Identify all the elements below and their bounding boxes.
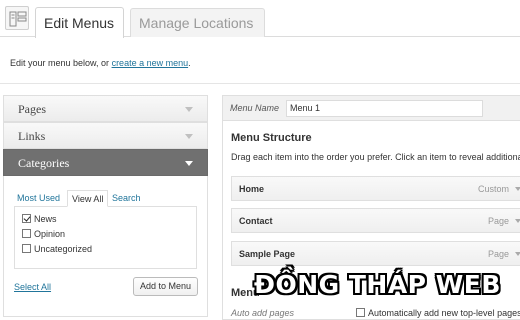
checkbox-checked[interactable] [22, 214, 31, 223]
checkbox[interactable] [22, 244, 31, 253]
menu-name-bar: Menu Name Menu 1 [223, 96, 520, 121]
menu-item-home[interactable]: Home Custom [231, 176, 520, 201]
divider [0, 83, 520, 84]
accordion-categories[interactable]: Categories [3, 149, 208, 176]
menus-screen-icon [5, 6, 29, 30]
menu-item-title: Home [239, 184, 265, 194]
tab-search[interactable]: Search [112, 190, 141, 207]
category-label: News [34, 214, 57, 224]
intro-text: Edit your menu below, or create a new me… [10, 58, 191, 68]
accordion-links[interactable]: Links [3, 122, 208, 149]
categories-panel: Most Used View All Search News Opinion U… [3, 176, 208, 317]
menu-structure-description: Drag each item into the order you prefer… [231, 152, 520, 162]
menu-item-type: Page [487, 216, 509, 226]
intro-prefix: Edit your menu below, or [10, 58, 112, 68]
checkbox[interactable] [22, 229, 31, 238]
add-to-menu-button[interactable]: Add to Menu [133, 277, 198, 296]
category-checkbox-opinion[interactable]: Opinion [22, 228, 65, 240]
category-label: Uncategorized [34, 244, 93, 254]
select-all-link[interactable]: Select All [14, 282, 51, 292]
accordion-categories-label: Categories [18, 156, 70, 170]
category-checkbox-news[interactable]: News [22, 213, 57, 225]
category-checkbox-uncategorized[interactable]: Uncategorized [22, 243, 92, 255]
tab-edit-menus[interactable]: Edit Menus [35, 7, 124, 38]
tab-view-all[interactable]: View All [67, 190, 109, 207]
menu-item-sample-page[interactable]: Sample Page Page [231, 241, 520, 266]
watermark-text: ĐỒNG THÁP WEB [254, 270, 501, 299]
menu-item-type: Page [487, 249, 509, 259]
menu-item-type: Custom [477, 184, 509, 194]
create-new-menu-link[interactable]: create a new menu [112, 58, 189, 68]
tab-most-used[interactable]: Most Used [17, 190, 60, 207]
menu-item-contact[interactable]: Contact Page [231, 208, 520, 233]
watermark: ĐỒNG THÁP WEB [254, 270, 514, 310]
chevron-down-icon[interactable] [515, 219, 520, 223]
nav-tab-bar: Edit Menus Manage Locations [0, 0, 520, 38]
chevron-down-icon[interactable] [515, 252, 520, 256]
menu-name-input[interactable]: Menu 1 [286, 100, 483, 117]
accordion-pages-label: Pages [18, 102, 46, 116]
accordion-links-label: Links [18, 129, 46, 143]
tab-manage-locations[interactable]: Manage Locations [130, 8, 265, 37]
menu-item-title: Sample Page [239, 249, 296, 259]
category-subtabs: Most Used View All Search [14, 190, 197, 207]
menu-structure-title: Menu Structure [231, 132, 312, 144]
menu-item-title: Contact [239, 216, 273, 226]
accordion-pages[interactable]: Pages [3, 95, 208, 122]
intro-suffix: . [188, 58, 191, 68]
chevron-down-icon [185, 134, 193, 139]
chevron-down-icon [185, 161, 193, 166]
category-label: Opinion [34, 229, 66, 239]
chevron-down-icon [185, 107, 193, 112]
category-checklist: News Opinion Uncategorized [14, 206, 197, 269]
menu-items-sidebar: Pages Links Categories Most Used View Al… [3, 95, 208, 317]
menu-name-label: Menu Name [230, 103, 280, 113]
chevron-down-icon[interactable] [515, 187, 520, 191]
